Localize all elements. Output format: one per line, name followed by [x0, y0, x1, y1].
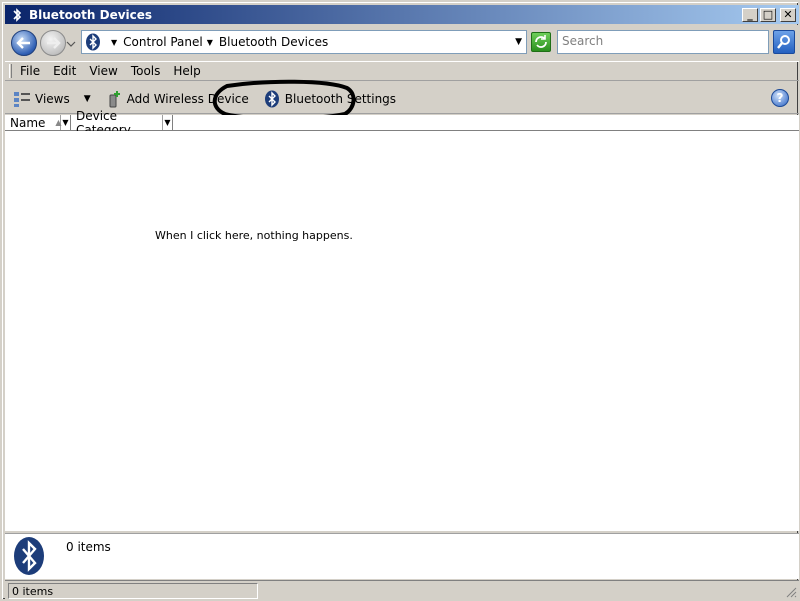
- details-pane: 0 items: [5, 533, 799, 579]
- column-filter-dropdown[interactable]: ▼: [163, 115, 173, 130]
- column-name-label: Name: [10, 115, 46, 130]
- views-icon: [14, 91, 30, 107]
- back-button[interactable]: [11, 30, 37, 56]
- menu-edit[interactable]: Edit: [53, 64, 76, 78]
- menu-grip[interactable]: [9, 64, 12, 78]
- maximize-button[interactable]: □: [760, 7, 776, 22]
- explorer-window: Bluetooth Devices _ □ ✕ ▼ Control Panel …: [0, 0, 800, 601]
- breadcrumb-bluetooth-devices[interactable]: Bluetooth Devices: [219, 35, 328, 49]
- details-item-count: 0 items: [66, 540, 111, 554]
- status-item-count: 0 items: [8, 582, 258, 599]
- views-button[interactable]: Views ▼: [13, 90, 91, 108]
- arrow-right-icon: [47, 37, 61, 49]
- menu-file[interactable]: File: [20, 64, 40, 78]
- column-header-device-category[interactable]: Device Category: [71, 109, 163, 137]
- menu-help[interactable]: Help: [173, 64, 200, 78]
- refresh-button[interactable]: [531, 32, 551, 52]
- window-title: Bluetooth Devices: [29, 7, 153, 22]
- chevron-down-icon[interactable]: ▼: [84, 94, 91, 104]
- recent-pages-dropdown-icon[interactable]: [66, 39, 76, 49]
- address-row: ▼ Control Panel ▼ Bluetooth Devices ▼ Se…: [5, 25, 799, 61]
- search-button[interactable]: [773, 30, 795, 54]
- file-list-area[interactable]: [5, 131, 799, 531]
- column-header-name[interactable]: Name ▲: [5, 115, 62, 130]
- menu-bar: File Edit View Tools Help: [5, 61, 799, 81]
- help-button[interactable]: ?: [771, 89, 789, 107]
- views-label: Views: [35, 91, 70, 106]
- menu-view[interactable]: View: [89, 64, 117, 78]
- arrow-left-icon: [16, 37, 30, 49]
- close-button[interactable]: ✕: [780, 7, 796, 22]
- address-field[interactable]: ▼ Control Panel ▼ Bluetooth Devices ▼: [81, 30, 527, 54]
- menu-tools[interactable]: Tools: [131, 64, 161, 78]
- chevron-down-icon[interactable]: ▼: [111, 38, 117, 47]
- address-dropdown-icon[interactable]: ▼: [515, 37, 522, 47]
- forward-button[interactable]: [40, 30, 66, 56]
- column-filter-dropdown[interactable]: ▼: [61, 115, 71, 130]
- add-device-icon: [109, 90, 120, 107]
- annotation-text: When I click here, nothing happens.: [155, 229, 353, 242]
- bluetooth-icon: [14, 537, 44, 575]
- chevron-down-icon[interactable]: ▼: [207, 38, 213, 47]
- column-header-row: Name ▲ ▼ Device Category ▼: [5, 109, 799, 137]
- refresh-icon: [535, 35, 547, 48]
- resize-grip-icon[interactable]: [785, 586, 797, 598]
- title-bar[interactable]: Bluetooth Devices _ □ ✕: [5, 5, 799, 24]
- search-icon: [777, 35, 790, 49]
- minimize-button[interactable]: _: [742, 7, 758, 22]
- bluetooth-icon: [13, 7, 22, 22]
- breadcrumb-control-panel[interactable]: Control Panel: [123, 35, 203, 49]
- status-bar: 0 items: [5, 580, 799, 600]
- bluetooth-icon: [86, 33, 100, 51]
- search-input[interactable]: Search: [557, 30, 769, 54]
